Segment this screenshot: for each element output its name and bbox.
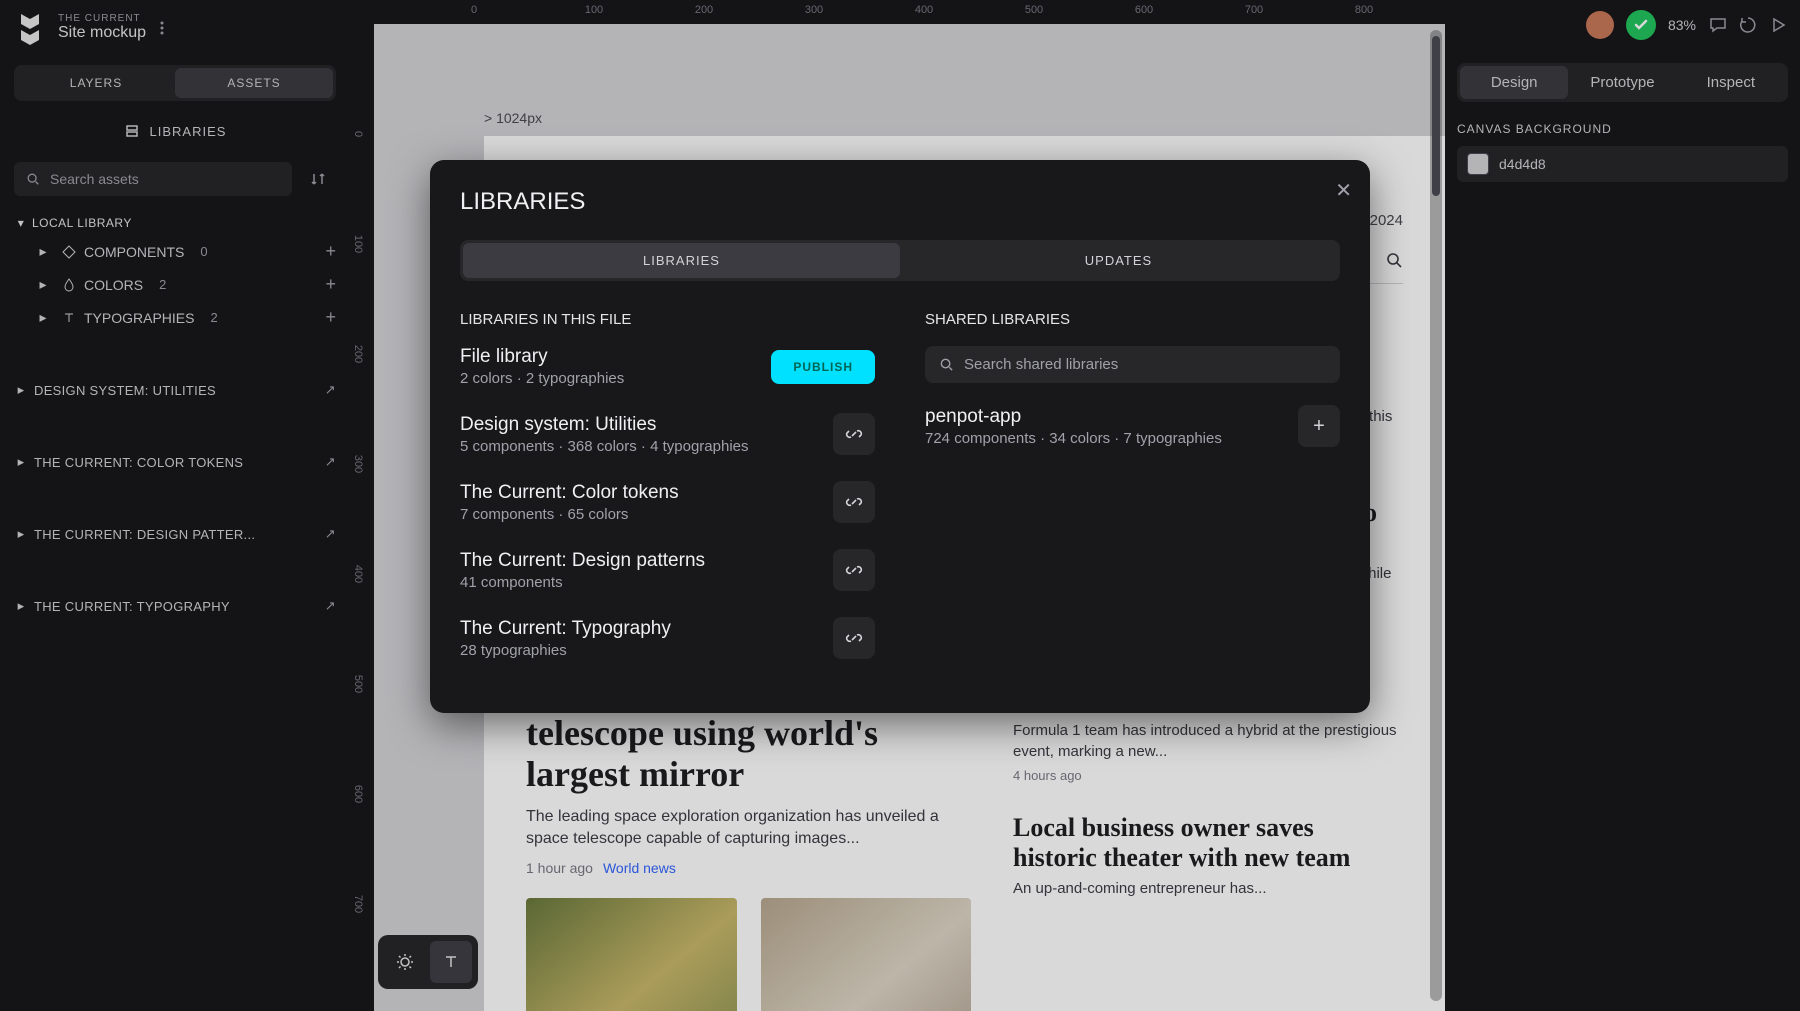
unlink-button[interactable]: [833, 413, 875, 455]
unlink-button[interactable]: [833, 617, 875, 659]
close-button[interactable]: ✕: [1335, 178, 1352, 203]
libraries-modal: ✕ LIBRARIES LIBRARIES UPDATES LIBRARIES …: [430, 160, 1370, 713]
modal-title: LIBRARIES: [460, 188, 1340, 216]
search-icon: [939, 357, 954, 372]
shared-libs-search[interactable]: Search shared libraries: [925, 346, 1340, 383]
unlink-button[interactable]: [833, 481, 875, 523]
tab-libraries[interactable]: LIBRARIES: [463, 243, 900, 278]
local-libs-heading: LIBRARIES IN THIS FILE: [460, 311, 875, 328]
unlink-button[interactable]: [833, 549, 875, 591]
tab-updates[interactable]: UPDATES: [900, 243, 1337, 278]
add-shared-lib-button[interactable]: +: [1298, 405, 1340, 447]
shared-libs-heading: SHARED LIBRARIES: [925, 311, 1340, 328]
publish-button[interactable]: PUBLISH: [771, 350, 875, 384]
